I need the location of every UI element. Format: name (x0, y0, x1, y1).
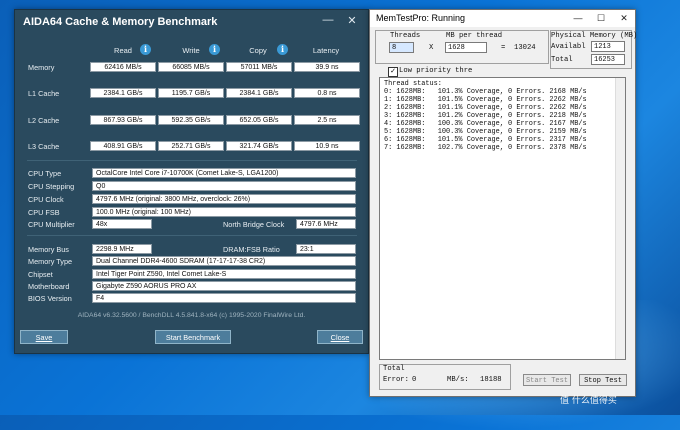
stop-test-button[interactable]: Stop Test (579, 374, 627, 386)
cpu-type-label: CPU Type (28, 169, 62, 178)
bios-value: F4 (92, 293, 356, 303)
memory-copy: 57011 MB/s (226, 62, 292, 72)
memory-type-value: Dual Channel DDR4-4600 SDRAM (17-17-17-3… (92, 256, 356, 266)
l3-write: 252.71 GB/s (158, 141, 224, 151)
cpu-fsb-value: 100.0 MHz (original: 100 MHz) (92, 207, 356, 217)
cpu-fsb-label: CPU FSB (28, 208, 60, 217)
aida64-window: AIDA64 Cache & Memory Benchmark — ✕ Read… (14, 9, 369, 354)
threads-label: Threads (390, 32, 421, 40)
memory-latency: 39.9 ns (294, 62, 360, 72)
dram-ratio-value: 23:1 (296, 244, 356, 254)
motherboard-label: Motherboard (28, 282, 70, 291)
l3-copy: 321.74 GB/s (226, 141, 292, 151)
info-icon-copy[interactable]: i (277, 44, 288, 55)
memory-type-label: Memory Type (28, 257, 73, 266)
cpu-type-value: OctalCore Intel Core i7-10700K (Comet La… (92, 168, 356, 178)
memory-write: 66085 MB/s (158, 62, 224, 72)
equals-sign: = (501, 44, 506, 52)
close-icon[interactable]: ✕ (613, 10, 635, 27)
info-icon-write[interactable]: i (209, 44, 220, 55)
low-priority-checkbox[interactable]: ✓ (388, 67, 398, 77)
thread-status-line: 0: 1628MB: 101.3% Coverage, 0 Errors. 21… (384, 88, 587, 96)
mb-per-thread-label: MB per thread (446, 32, 503, 40)
thread-status-line: 3: 1628MB: 101.2% Coverage, 0 Errors. 22… (384, 112, 587, 120)
l2-read: 867.93 GB/s (90, 115, 156, 125)
memtestpro-titlebar: MemTestPro: Running — ☐ ✕ (370, 10, 635, 27)
cpu-multiplier-label: CPU Multiplier (28, 220, 75, 229)
cpu-stepping-value: Q0 (92, 181, 356, 191)
bios-label: BIOS Version (28, 294, 72, 303)
info-icon-read[interactable]: i (140, 44, 151, 55)
cpu-stepping-label: CPU Stepping (28, 182, 75, 191)
maximize-icon[interactable]: ☐ (590, 10, 612, 27)
total-mb-value: 13024 (514, 44, 536, 52)
multiply-sign: X (429, 44, 434, 52)
l1-latency: 0.8 ns (294, 88, 360, 98)
threads-input[interactable]: 8 (389, 42, 414, 53)
thread-status-header: Thread status: (384, 80, 442, 88)
divider (27, 160, 357, 161)
l1-read: 2384.1 GB/s (90, 88, 156, 98)
divider (27, 235, 357, 236)
row-label-l2: L2 Cache (28, 116, 60, 125)
l1-copy: 2384.1 GB/s (226, 88, 292, 98)
aida64-title: AIDA64 Cache & Memory Benchmark (23, 16, 218, 28)
thread-status-line: 4: 1628MB: 100.3% Coverage, 0 Errors. 21… (384, 120, 587, 128)
thread-status-box: Thread status: 0: 1628MB: 101.3% Coverag… (379, 77, 626, 360)
memtestpro-title: MemTestPro: Running (376, 13, 466, 23)
low-priority-label: Low priority thre (399, 67, 473, 75)
save-button[interactable]: Save (20, 330, 68, 344)
row-label-l1: L1 Cache (28, 89, 60, 98)
row-label-memory: Memory (28, 63, 55, 72)
physical-memory-label: Physical Memory (MB) (551, 32, 638, 40)
close-button[interactable]: Close (317, 330, 363, 344)
minimize-icon[interactable]: — (319, 14, 337, 26)
available-value: 1213 (591, 41, 625, 52)
aida64-footer: AIDA64 v6.32.5600 / BenchDLL 4.5.841.8-x… (77, 312, 306, 319)
l2-write: 592.35 GB/s (158, 115, 224, 125)
north-bridge-label: North Bridge Clock (223, 220, 285, 229)
memory-bus-label: Memory Bus (28, 245, 69, 254)
error-label: Error: (383, 376, 409, 384)
total-label: Total (551, 56, 573, 64)
cpu-clock-value: 4797.6 MHz (original: 3800 MHz, overcloc… (92, 194, 356, 204)
thread-status-line: 1: 1628MB: 101.5% Coverage, 0 Errors. 22… (384, 96, 587, 104)
dram-ratio-label: DRAM:FSB Ratio (223, 245, 280, 254)
close-icon[interactable]: ✕ (343, 14, 361, 27)
total-value: 16253 (591, 54, 625, 65)
cpu-multiplier-value: 48x (92, 219, 152, 229)
thread-status-line: 5: 1628MB: 100.3% Coverage, 0 Errors. 21… (384, 128, 587, 136)
north-bridge-value: 4797.6 MHz (296, 219, 356, 229)
memtestpro-window: MemTestPro: Running — ☐ ✕ Threads 8 X MB… (369, 9, 638, 397)
status-scrollbar[interactable] (615, 78, 625, 359)
l3-read: 408.91 GB/s (90, 141, 156, 151)
header-latency: Latency (312, 46, 340, 55)
l2-copy: 652.05 GB/s (226, 115, 292, 125)
thread-status-line: 7: 1628MB: 102.7% Coverage, 0 Errors. 23… (384, 144, 587, 152)
mbs-label: MB/s: (447, 376, 469, 384)
chipset-label: Chipset (28, 270, 53, 279)
available-label: Availabl (551, 43, 586, 51)
thread-status-line: 2: 1628MB: 101.1% Coverage, 0 Errors. 22… (384, 104, 587, 112)
mbs-value: 18188 (480, 376, 502, 384)
memory-bus-value: 2298.9 MHz (92, 244, 152, 254)
start-benchmark-button[interactable]: Start Benchmark (155, 330, 231, 344)
memory-read: 62416 MB/s (90, 62, 156, 72)
thread-status-line: 6: 1628MB: 101.5% Coverage, 0 Errors. 23… (384, 136, 587, 144)
mb-per-thread-input[interactable]: 1628 (445, 42, 487, 53)
cpu-clock-label: CPU Clock (28, 195, 64, 204)
start-test-button[interactable]: Start Test (523, 374, 571, 386)
watermark: 值 什么值得买 (560, 396, 617, 406)
total-header: Total (383, 365, 405, 373)
l1-write: 1195.7 GB/s (158, 88, 224, 98)
chipset-value: Intel Tiger Point Z590, Intel Comet Lake… (92, 269, 356, 279)
motherboard-value: Gigabyte Z590 AORUS PRO AX (92, 281, 356, 291)
l3-latency: 10.9 ns (294, 141, 360, 151)
l2-latency: 2.5 ns (294, 115, 360, 125)
error-value: 0 (412, 376, 417, 384)
row-label-l3: L3 Cache (28, 142, 60, 151)
minimize-icon[interactable]: — (567, 10, 589, 27)
